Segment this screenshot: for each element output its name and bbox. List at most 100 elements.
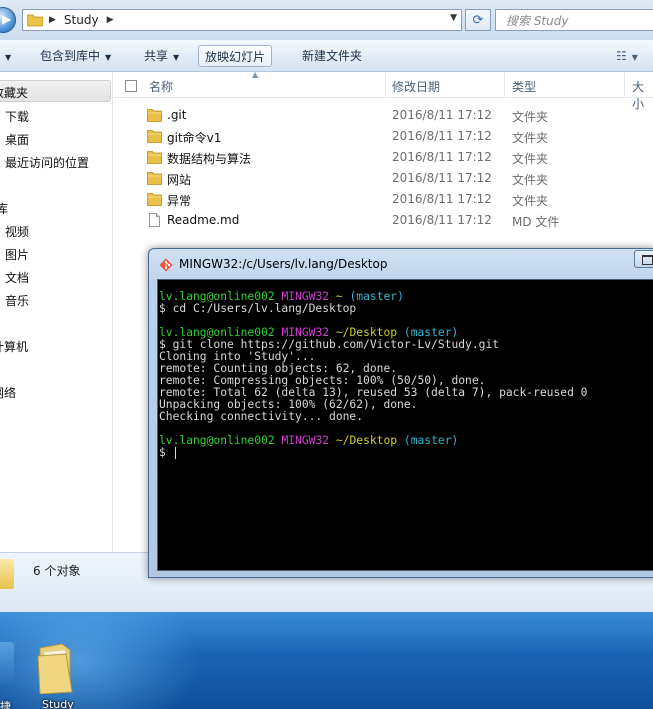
file-name: 异常 (167, 194, 192, 208)
chevron-down-icon: ▼ (173, 53, 180, 62)
nav-item-recent[interactable]: 最近访问的位置 (5, 154, 89, 171)
refresh-button[interactable]: ⟳ (465, 9, 491, 31)
file-date: 2016/8/11 17:12 (392, 213, 492, 227)
nav-item-pictures[interactable]: 图片 (5, 246, 29, 263)
file-name: git命令v1 (167, 131, 222, 145)
share-label: 共享 (144, 49, 169, 63)
terminal-prompt-line: lv.lang@online002 MINGW32 ~/Desktop (mas… (159, 435, 653, 447)
slideshow-button[interactable]: 放映幻灯片 (198, 45, 273, 67)
file-row[interactable]: git命令v1 2016/8/11 17:12 文件夹 (114, 126, 653, 147)
prompt-env: MINGW32 (281, 434, 330, 447)
address-box[interactable]: ▶ Study ▶ ▼ (22, 9, 462, 31)
column-name[interactable]: 名称 (149, 78, 173, 95)
column-header: ▲ 名称 修改日期 类型 大小 (114, 70, 653, 111)
document-icon (149, 213, 160, 227)
file-type: 文件夹 (512, 110, 549, 124)
column-divider[interactable] (624, 72, 625, 98)
file-name: .git (167, 108, 187, 122)
file-date: 2016/8/11 17:12 (392, 108, 492, 122)
chevron-down-icon: ▼ (5, 53, 12, 62)
file-type: 文件夹 (512, 152, 549, 166)
file-name: Readme.md (167, 213, 240, 227)
prompt-user: lv.lang@online002 (159, 434, 275, 447)
file-row[interactable]: 异常 2016/8/11 17:12 文件夹 (114, 189, 653, 210)
chevron-down-icon: ▼ (631, 53, 638, 62)
include-in-library-label: 包含到库中 (40, 49, 101, 63)
folder-icon (147, 151, 162, 164)
terminal-command-line: $ (159, 447, 653, 459)
file-type: 文件夹 (512, 131, 549, 145)
nav-item-desktop[interactable]: 桌面 (5, 131, 29, 148)
organize-dropdown[interactable]: ▼ (0, 45, 17, 67)
file-type: 文件夹 (512, 194, 549, 208)
file-date: 2016/8/11 17:12 (392, 150, 492, 164)
command-bar: ▼ 包含到库中 ▼ 共享 ▼ 放映幻灯片 新建文件夹 ☷ ▼ (0, 40, 653, 72)
address-bar-area: ▶ ▶ Study ▶ ▼ ⟳ 搜索 Study (0, 0, 653, 40)
folder-icon (147, 109, 162, 122)
file-name: 数据结构与算法 (167, 152, 252, 166)
include-in-library-button[interactable]: 包含到库中 ▼ (34, 45, 117, 67)
search-input[interactable]: 搜索 Study (495, 9, 653, 31)
maximize-button[interactable] (634, 250, 653, 268)
terminal-screen[interactable]: lv.lang@online002 MINGW32 ~ (master) $ cd… (157, 279, 653, 571)
prompt-path: ~/Desktop (335, 434, 398, 447)
terminal-title: MINGW32:/c/Users/lv.lang/Desktop (179, 257, 388, 271)
folder-icon (27, 14, 43, 26)
file-date: 2016/8/11 17:12 (392, 171, 492, 185)
view-icon: ☷ (616, 49, 627, 63)
file-row[interactable]: .git 2016/8/11 17:12 文件夹 (114, 105, 653, 126)
column-type[interactable]: 类型 (512, 78, 536, 95)
shortcut-icon[interactable] (0, 642, 14, 684)
file-row[interactable]: Readme.md 2016/8/11 17:12 MD 文件 (114, 210, 653, 231)
desktop-glow (0, 612, 200, 709)
file-row[interactable]: 数据结构与算法 2016/8/11 17:12 文件夹 (114, 147, 653, 168)
nav-libraries[interactable]: 库 (0, 200, 8, 217)
desktop-shortcut-label[interactable]: 捷 (0, 698, 11, 709)
folder-icon (147, 130, 162, 143)
git-icon (159, 258, 173, 272)
nav-item-downloads[interactable]: 下载 (5, 108, 29, 125)
folder-icon (147, 172, 162, 185)
column-divider[interactable] (385, 72, 386, 98)
view-options-button[interactable]: ☷ ▼ (610, 45, 644, 67)
share-button[interactable]: 共享 ▼ (138, 45, 185, 67)
file-type: MD 文件 (512, 215, 560, 229)
address-dropdown-icon[interactable]: ▼ (450, 13, 457, 23)
new-folder-button[interactable]: 新建文件夹 (296, 45, 368, 67)
breadcrumb-study[interactable]: Study (64, 13, 99, 27)
terminal-window[interactable]: MINGW32:/c/Users/lv.lang/Desktop lv.lang… (148, 248, 653, 578)
select-all-checkbox[interactable] (125, 80, 137, 92)
file-date: 2016/8/11 17:12 (392, 192, 492, 206)
nav-computer[interactable]: 计算机 (0, 338, 28, 355)
prompt-branch: (master) (349, 290, 404, 303)
arrow-right-icon: ▶ (2, 12, 12, 26)
breadcrumb-separator-icon[interactable]: ▶ (49, 15, 56, 25)
file-row[interactable]: 网站 2016/8/11 17:12 文件夹 (114, 168, 653, 189)
navigation-pane: 收藏夹 下载 桌面 最近访问的位置 库 视频 图片 文档 音乐 计算机 网络 (0, 72, 113, 552)
breadcrumb-chevron-icon[interactable]: ▶ (107, 15, 114, 25)
column-date-modified[interactable]: 修改日期 (392, 78, 440, 95)
nav-item-music[interactable]: 音乐 (5, 292, 29, 309)
nav-item-documents[interactable]: 文档 (5, 269, 29, 286)
nav-favorites[interactable]: 收藏夹 (0, 84, 28, 101)
terminal-cursor (174, 447, 176, 459)
file-date: 2016/8/11 17:12 (392, 129, 492, 143)
nav-item-videos[interactable]: 视频 (5, 223, 29, 240)
file-name: 网站 (167, 173, 192, 187)
refresh-icon: ⟳ (472, 12, 484, 28)
sort-ascending-icon: ▲ (252, 70, 259, 79)
desktop: 捷 Study (0, 612, 653, 709)
desktop-folder-label[interactable]: Study (42, 698, 74, 709)
back-button[interactable]: ▶ (0, 7, 16, 33)
column-divider[interactable] (504, 72, 505, 98)
folder-icon (147, 193, 162, 206)
folder-icon[interactable] (36, 642, 78, 694)
terminal-output-line: Checking connectivity... done. (159, 410, 364, 423)
nav-network[interactable]: 网络 (0, 384, 16, 401)
folder-icon (0, 559, 14, 589)
item-count: 6 个对象 (33, 564, 81, 578)
file-type: 文件夹 (512, 173, 549, 187)
prompt-branch: (master) (403, 434, 459, 447)
terminal-command-line: $ cd C:/Users/lv.lang/Desktop (159, 302, 357, 315)
chevron-down-icon: ▼ (105, 53, 112, 62)
